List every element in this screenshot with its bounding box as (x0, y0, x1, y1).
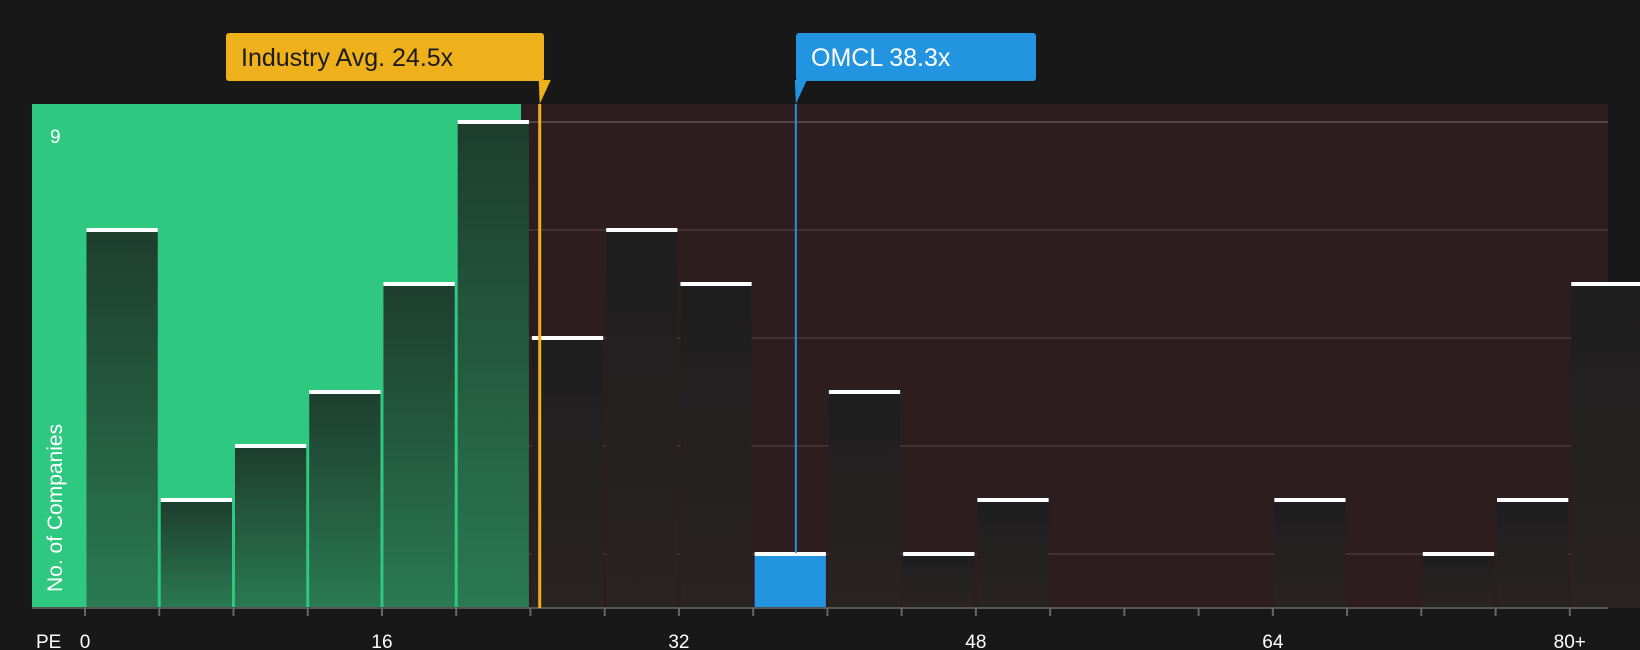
bar-cap-48 (977, 498, 1049, 502)
bar-0 (86, 230, 158, 608)
x-tick-label-0: 0 (80, 632, 91, 650)
bar-72 (1422, 554, 1495, 608)
company-callout-label: OMCL 38.3x (811, 44, 951, 72)
bar-64 (1274, 500, 1346, 608)
y-axis-label: No. of Companies (44, 424, 67, 592)
x-tick-label-16: 16 (371, 632, 392, 650)
x-axis-label: PE (36, 632, 61, 650)
bar-32 (680, 284, 752, 608)
bar-20 (457, 122, 529, 608)
x-tick-label-48: 48 (965, 632, 986, 650)
bar-cap-0 (86, 228, 158, 232)
bar-cap-12 (309, 390, 381, 394)
bar-44 (903, 554, 975, 608)
bar-48 (977, 500, 1049, 608)
pe-histogram-chart: No. of Companies PE 0 16 32 48 64 80+ 9 Industr… (0, 0, 1640, 650)
bar-cap-72 (1422, 552, 1495, 556)
bar-8 (234, 446, 307, 608)
y-tick-label-9: 9 (50, 127, 61, 148)
bar-cap-40 (828, 390, 901, 394)
bar-cap-64 (1274, 498, 1346, 502)
bar-76 (1497, 500, 1569, 608)
company-callout-pointer (794, 80, 807, 104)
bar-cap-20 (457, 120, 529, 124)
x-tick-label-80: 80+ (1554, 632, 1586, 650)
bar-16 (383, 284, 455, 608)
bar-cap-36 (754, 552, 826, 556)
bar-cap-24 (531, 336, 604, 340)
industry-avg-callout-label: Industry Avg. 24.5x (241, 44, 454, 72)
bar-cap-28 (606, 228, 678, 232)
x-tick-label-32: 32 (668, 632, 689, 650)
bar-80 (1571, 284, 1640, 608)
chart-canvas: No. of Companies PE 0 16 32 48 64 80+ 9 Industr… (32, 33, 1640, 650)
industry-avg-callout-pointer (538, 80, 551, 104)
bar-40 (828, 392, 901, 608)
bar-28 (606, 230, 678, 608)
bar-cap-80 (1571, 282, 1640, 286)
bar-12 (309, 392, 381, 608)
bar-cap-8 (234, 444, 307, 448)
bar-cap-4 (160, 498, 232, 502)
bar-24 (531, 338, 604, 608)
bar-cap-16 (383, 282, 455, 286)
bar-cap-44 (903, 552, 975, 556)
bar-cap-32 (680, 282, 752, 286)
bar-36 (754, 554, 826, 608)
bar-cap-76 (1497, 498, 1569, 502)
x-tick-label-64: 64 (1262, 632, 1284, 650)
bar-4 (160, 500, 232, 608)
